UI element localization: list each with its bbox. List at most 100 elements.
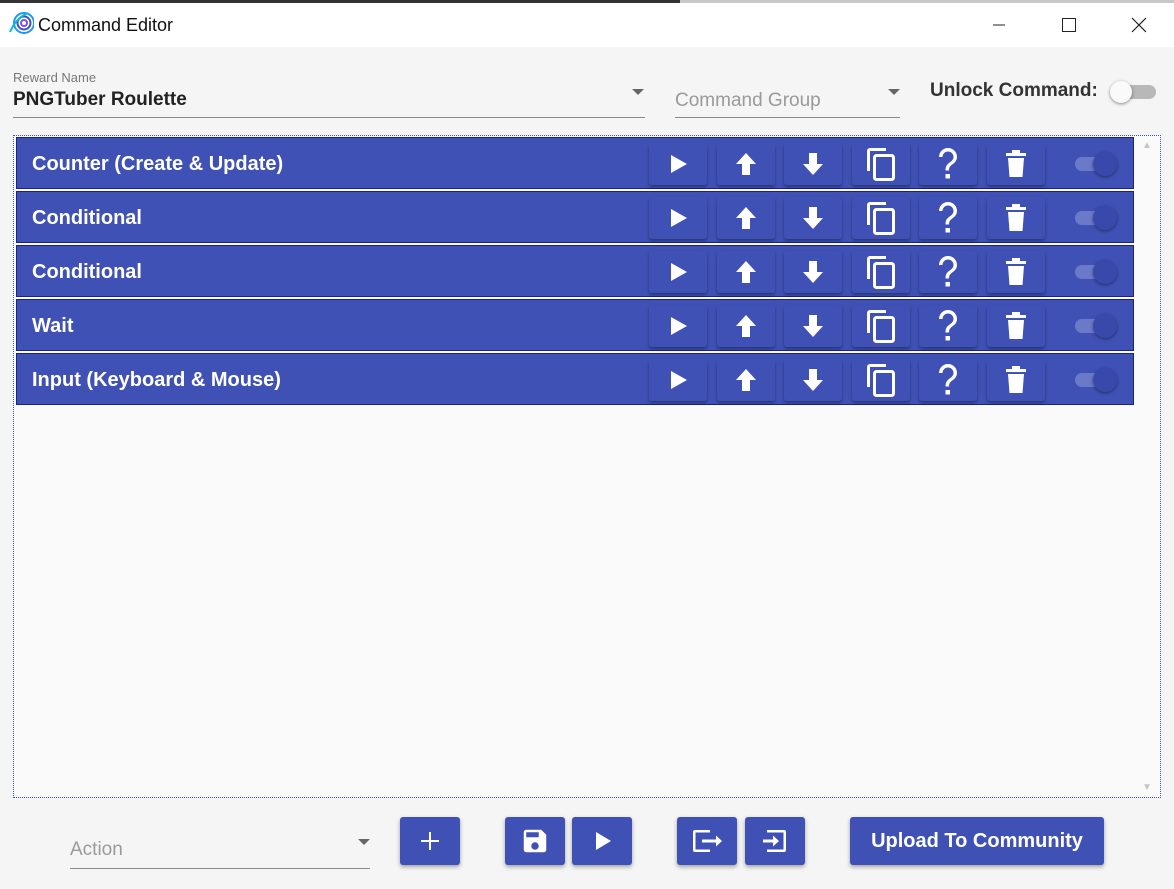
scroll-up-icon[interactable]: ▲ — [1142, 140, 1152, 151]
move-up-button[interactable] — [717, 305, 775, 347]
add-icon — [421, 832, 439, 850]
minimize-icon — [993, 24, 1005, 26]
reward-name-underline — [13, 117, 645, 118]
help-button[interactable] — [919, 143, 977, 185]
move-down-button[interactable] — [784, 143, 842, 185]
run-action-button[interactable] — [649, 143, 707, 185]
play-icon — [596, 832, 611, 850]
move-up-button[interactable] — [717, 197, 775, 239]
scroll-down-icon[interactable]: ▼ — [1142, 782, 1152, 793]
action-chevron-down-icon[interactable] — [358, 839, 370, 845]
move-up-button[interactable] — [717, 359, 775, 401]
action-enabled-toggle[interactable] — [1075, 152, 1121, 176]
command-group-chevron-down-icon[interactable] — [888, 89, 900, 95]
reward-name-chevron-down-icon[interactable] — [632, 89, 644, 95]
move-down-button[interactable] — [784, 197, 842, 239]
move-up-button[interactable] — [717, 143, 775, 185]
delete-icon — [1005, 150, 1027, 178]
add-action-button[interactable] — [400, 817, 460, 865]
duplicate-button[interactable] — [852, 143, 910, 185]
unlock-command-label: Unlock Command: — [930, 80, 1098, 101]
arrow-up-icon — [734, 313, 758, 339]
arrow-up-icon — [734, 151, 758, 177]
maximize-icon — [1062, 18, 1076, 32]
arrow-up-icon — [734, 367, 758, 393]
action-row[interactable]: Input (Keyboard & Mouse) — [16, 353, 1134, 405]
action-enabled-toggle[interactable] — [1075, 314, 1121, 338]
unlock-command-toggle[interactable] — [1110, 81, 1156, 103]
arrow-down-icon — [801, 313, 825, 339]
action-enabled-toggle[interactable] — [1075, 260, 1121, 284]
delete-icon — [1005, 258, 1027, 286]
arrow-up-icon — [734, 259, 758, 285]
play-icon — [667, 207, 689, 229]
duplicate-button[interactable] — [852, 359, 910, 401]
delete-button[interactable] — [987, 197, 1045, 239]
action-row[interactable]: Wait — [16, 299, 1134, 351]
save-button[interactable] — [505, 817, 565, 865]
copy-icon — [866, 147, 896, 181]
help-button[interactable] — [919, 305, 977, 347]
move-down-button[interactable] — [784, 305, 842, 347]
run-action-button[interactable] — [649, 359, 707, 401]
maximize-button[interactable] — [1034, 3, 1104, 47]
arrow-down-icon — [801, 205, 825, 231]
duplicate-button[interactable] — [852, 197, 910, 239]
run-action-button[interactable] — [649, 305, 707, 347]
import-button[interactable] — [745, 817, 805, 865]
duplicate-button[interactable] — [852, 305, 910, 347]
help-button[interactable] — [919, 251, 977, 293]
test-command-button[interactable] — [572, 817, 632, 865]
action-row[interactable]: Conditional — [16, 191, 1134, 243]
move-down-button[interactable] — [784, 359, 842, 401]
app-logo-icon — [0, 10, 38, 41]
help-icon — [937, 363, 959, 397]
action-enabled-toggle[interactable] — [1075, 368, 1121, 392]
play-icon — [667, 261, 689, 283]
action-list: ▲ ▼ Counter (Create & Update) Conditional… — [13, 135, 1161, 798]
help-icon — [937, 201, 959, 235]
help-icon — [937, 147, 959, 181]
delete-button[interactable] — [987, 359, 1045, 401]
run-action-button[interactable] — [649, 251, 707, 293]
window-title: Command Editor — [38, 14, 174, 35]
editor-content: Reward Name PNGTuber Roulette Command Gr… — [0, 47, 1174, 889]
import-icon — [763, 830, 786, 852]
move-down-button[interactable] — [784, 251, 842, 293]
reward-name-label: Reward Name — [13, 70, 97, 85]
minimize-button[interactable] — [964, 3, 1034, 47]
run-action-button[interactable] — [649, 197, 707, 239]
action-row[interactable]: Conditional — [16, 245, 1134, 297]
reward-name-value[interactable]: PNGTuber Roulette — [13, 89, 187, 111]
command-group-select[interactable]: Command Group — [675, 90, 821, 112]
help-icon — [937, 309, 959, 343]
duplicate-button[interactable] — [852, 251, 910, 293]
delete-icon — [1005, 312, 1027, 340]
close-button[interactable] — [1104, 3, 1174, 47]
action-label: Wait — [32, 315, 74, 337]
close-icon — [1131, 17, 1147, 33]
delete-icon — [1005, 204, 1027, 232]
action-enabled-toggle[interactable] — [1075, 206, 1121, 230]
delete-button[interactable] — [987, 305, 1045, 347]
move-up-button[interactable] — [717, 251, 775, 293]
copy-icon — [866, 255, 896, 289]
save-icon — [523, 829, 547, 853]
command-group-underline — [675, 117, 900, 118]
help-button[interactable] — [919, 197, 977, 239]
delete-icon — [1005, 366, 1027, 394]
arrow-down-icon — [801, 259, 825, 285]
action-label: Input (Keyboard & Mouse) — [32, 369, 281, 391]
action-label: Conditional — [32, 261, 142, 283]
export-icon — [693, 830, 722, 852]
help-button[interactable] — [919, 359, 977, 401]
copy-icon — [866, 363, 896, 397]
export-button[interactable] — [677, 817, 737, 865]
delete-button[interactable] — [987, 251, 1045, 293]
action-row[interactable]: Counter (Create & Update) — [16, 137, 1134, 189]
title-bar: Command Editor — [0, 3, 1174, 47]
action-select[interactable]: Action — [70, 839, 123, 861]
list-scrollbar[interactable]: ▲ ▼ — [1134, 136, 1160, 797]
upload-to-community-button[interactable]: Upload To Community — [850, 817, 1104, 865]
delete-button[interactable] — [987, 143, 1045, 185]
